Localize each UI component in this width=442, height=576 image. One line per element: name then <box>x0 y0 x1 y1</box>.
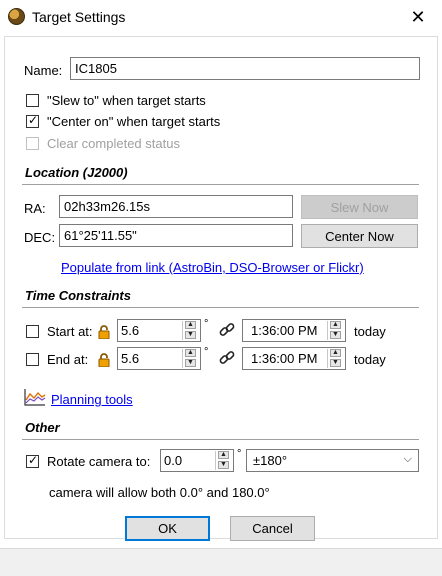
chart-icon[interactable] <box>24 388 46 406</box>
end-altitude-spinner[interactable]: 5.6 ▲ ▼ <box>117 347 201 370</box>
spin-up-icon[interactable]: ▲ <box>218 451 229 459</box>
location-section-title: Location (J2000) <box>25 165 128 180</box>
start-at-label: Start at: <box>47 324 93 339</box>
spin-up-icon[interactable]: ▲ <box>330 321 341 329</box>
rotate-camera-checkbox[interactable]: ✓ <box>26 453 39 468</box>
spin-up-icon[interactable]: ▲ <box>185 321 196 329</box>
dec-input[interactable] <box>59 224 293 247</box>
spin-down-icon[interactable]: ▼ <box>330 359 341 367</box>
lock-icon[interactable] <box>97 353 111 367</box>
start-time-picker[interactable]: 1:36:00 PM ▲ ▼ <box>242 319 346 342</box>
rotate-angle-value: 0.0 <box>164 453 183 468</box>
end-day-label: today <box>354 352 386 367</box>
center-now-button[interactable]: Center Now <box>301 224 418 248</box>
end-time-picker[interactable]: 1:36:00 PM ▲ ▼ <box>242 347 346 370</box>
time-section-title: Time Constraints <box>25 288 131 303</box>
populate-from-link[interactable]: Populate from link (AstroBin, DSO-Browse… <box>61 260 364 275</box>
degree-symbol: ° <box>237 448 242 460</box>
center-on-label: "Center on" when target starts <box>47 114 221 129</box>
close-icon[interactable]: ✕ <box>406 6 430 28</box>
spin-up-icon[interactable]: ▲ <box>185 349 196 357</box>
window-title: Target Settings <box>32 9 126 25</box>
end-altitude-value: 5.6 <box>121 351 140 366</box>
lock-icon[interactable] <box>97 325 111 339</box>
name-label: Name: <box>24 63 63 78</box>
rotation-range-select[interactable]: ±180° ⌵ <box>246 449 419 472</box>
start-time-value: 1:36:00 PM <box>251 323 318 338</box>
degree-symbol: ° <box>204 346 209 358</box>
planning-tools-link[interactable]: Planning tools <box>51 392 133 407</box>
start-altitude-spinner[interactable]: 5.6 ▲ ▼ <box>117 319 201 342</box>
other-section-title: Other <box>25 420 60 435</box>
name-input[interactable] <box>70 57 420 80</box>
clear-completed-checkbox[interactable] <box>26 137 39 150</box>
start-altitude-value: 5.6 <box>121 323 140 338</box>
ok-button[interactable]: OK <box>125 516 210 541</box>
rotate-angle-spinner[interactable]: 0.0 ▲ ▼ <box>160 449 234 472</box>
slew-now-button[interactable]: Slew Now <box>301 195 418 219</box>
chain-link-icon[interactable] <box>219 322 235 338</box>
center-on-checkbox[interactable]: ✓ <box>26 113 39 128</box>
rotation-note: camera will allow both 0.0° and 180.0° <box>49 485 270 500</box>
start-day-label: today <box>354 324 386 339</box>
location-separator <box>22 184 419 186</box>
status-strip <box>0 548 442 576</box>
end-time-value: 1:36:00 PM <box>251 351 318 366</box>
ra-input[interactable] <box>59 195 293 218</box>
slew-to-checkbox[interactable] <box>26 94 39 107</box>
ra-label: RA: <box>24 201 46 216</box>
cancel-button[interactable]: Cancel <box>230 516 315 541</box>
chevron-down-icon: ⌵ <box>403 453 412 465</box>
spin-down-icon[interactable]: ▼ <box>185 331 196 339</box>
end-at-label: End at: <box>47 352 89 367</box>
start-at-checkbox[interactable] <box>26 325 39 338</box>
checkmark-icon: ✓ <box>28 113 39 127</box>
clear-completed-label: Clear completed status <box>47 136 180 151</box>
dec-label: DEC: <box>24 230 56 245</box>
chain-link-icon[interactable] <box>219 350 235 366</box>
slew-to-label: "Slew to" when target starts <box>47 93 206 108</box>
spin-down-icon[interactable]: ▼ <box>330 331 341 339</box>
rotation-range-value: ±180° <box>253 453 288 468</box>
app-icon <box>8 8 25 25</box>
time-separator <box>22 307 419 309</box>
checkmark-icon: ✓ <box>28 453 39 467</box>
spin-down-icon[interactable]: ▼ <box>185 359 196 367</box>
spin-up-icon[interactable]: ▲ <box>330 349 341 357</box>
other-separator <box>22 439 419 441</box>
rotate-camera-label: Rotate camera to: <box>47 454 151 469</box>
degree-symbol: ° <box>204 318 209 330</box>
end-at-checkbox[interactable] <box>26 353 39 366</box>
spin-down-icon[interactable]: ▼ <box>218 461 229 469</box>
